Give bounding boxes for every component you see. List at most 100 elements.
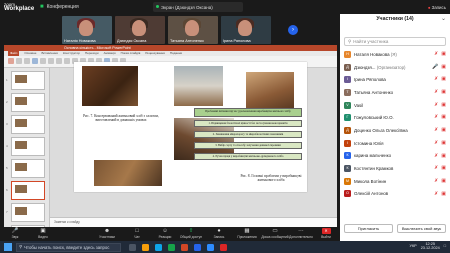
mic-icon[interactable]: ✗ [434, 140, 438, 146]
slide-thumbnail[interactable]: 5 [6, 159, 45, 178]
mic-icon[interactable]: 🎤 [432, 64, 438, 70]
participant-row[interactable]: І Істомина Юлія ✗ ▣ [340, 137, 450, 150]
slide-notes[interactable]: Заметки к слайду [50, 217, 337, 227]
camera-off-icon[interactable]: ▣ [441, 64, 446, 70]
ribbon-tab[interactable]: Показ слайдів [121, 51, 141, 56]
participant-row[interactable]: Ккарина мальченко ✗ ▣ [340, 150, 450, 163]
camera-off-icon[interactable]: ▣ [441, 89, 446, 95]
camera-off-icon[interactable]: ▣ [441, 114, 446, 120]
layout-icon[interactable] [40, 58, 46, 64]
camera-off-icon[interactable]: ▣ [441, 76, 446, 82]
participant-search[interactable]: ⚲ Найти участника [344, 37, 446, 46]
camera-off-icon[interactable]: ▣ [441, 140, 446, 146]
font-icon[interactable] [48, 58, 54, 64]
slide-thumbnail-selected[interactable]: 6 [6, 181, 45, 200]
video-tile[interactable]: Татьяна Антоненко [168, 16, 218, 44]
ribbon-tab[interactable]: Конструктор [63, 51, 80, 56]
mic-icon[interactable]: ✗ [434, 178, 438, 184]
ribbon-tab[interactable]: Вставлення [41, 51, 57, 56]
notifications-icon[interactable]: □ [444, 244, 446, 248]
slide-thumbnail[interactable]: 3 [6, 115, 45, 134]
mic-icon[interactable]: ✗ [434, 165, 438, 171]
mic-icon[interactable]: ✗ [434, 76, 438, 82]
more-control[interactable]: ⋯ Дополнительно [288, 227, 314, 239]
participants-control[interactable]: ☻ Участники [94, 227, 120, 239]
whiteboard-control[interactable]: ▭ Доска сообщений [261, 227, 288, 239]
slide-thumbnail[interactable]: 1 [6, 71, 45, 90]
paste-icon[interactable] [8, 58, 14, 64]
edge-icon[interactable] [155, 243, 162, 251]
reactions-control[interactable]: ☺ Реакции [152, 227, 178, 239]
camera-off-icon[interactable]: ▣ [441, 165, 446, 171]
invite-button[interactable]: Пригласить [344, 224, 393, 233]
video-tile[interactable]: Дзюндзя Оксана [115, 16, 165, 44]
mic-icon[interactable]: ✗ [434, 114, 438, 120]
participant-row[interactable]: Г Гожуловський Ю.О. ✗ ▣ [340, 111, 450, 124]
conference-label[interactable]: Конференция [47, 4, 79, 10]
participant-row[interactable]: Д Дзюндзя... (Организатор) 🎤 ▣ [340, 61, 450, 74]
audio-control[interactable]: 🎤 Звук [2, 227, 28, 239]
camera-off-icon[interactable]: ▣ [441, 102, 446, 108]
participant-row[interactable]: Т Татьяна Антоненко ✗ ▣ [340, 86, 450, 99]
slide-canvas[interactable]: Рис. 7. Консервований житньовий хліб з с… [74, 62, 307, 192]
shield-icon[interactable]: ■ [40, 4, 44, 10]
mic-icon[interactable]: ✗ [434, 153, 438, 159]
chat-control[interactable]: □ Чат [124, 227, 150, 239]
ribbon-tab[interactable]: Переходи [85, 51, 99, 56]
ribbon-tab[interactable]: Подання [170, 51, 182, 56]
camera-off-icon[interactable]: ▣ [441, 51, 446, 57]
bold-icon[interactable] [56, 58, 62, 64]
collapse-icon[interactable]: ⌄ [441, 15, 446, 22]
mic-icon[interactable]: ✗ [434, 89, 438, 95]
share-control[interactable]: ⇧ Общий доступ [178, 227, 204, 239]
camera-off-icon[interactable]: ▣ [441, 178, 446, 184]
mute-self-button[interactable]: Выключить свой звук [397, 224, 446, 233]
record-control[interactable]: ● Запись [206, 227, 232, 239]
participant-row[interactable]: Д Доценко Ольга Олексіївна ✗ ▣ [340, 124, 450, 137]
clock[interactable]: 12:25 23.12.2024 [421, 242, 440, 251]
camera-off-icon[interactable]: ▣ [441, 191, 446, 197]
italic-icon[interactable] [64, 58, 70, 64]
next-page-icon[interactable]: › [288, 25, 298, 35]
camera-off-icon[interactable]: ▣ [441, 127, 446, 133]
mic-icon[interactable]: ✗ [434, 51, 438, 57]
task-view-icon[interactable] [129, 243, 136, 251]
participant-row[interactable]: І Ірина Ряполова ✗ ▣ [340, 73, 450, 86]
zoom-icon[interactable] [207, 243, 214, 251]
slide-thumbnail[interactable]: 7 [6, 203, 45, 222]
windows-start-icon[interactable] [4, 243, 12, 251]
powerpoint-icon[interactable] [181, 243, 188, 251]
video-tile[interactable]: Ірина Ряполова [221, 16, 271, 44]
app-icon[interactable] [220, 243, 227, 251]
participant-row[interactable]: Н Наталя Новакова (Я) ✗ ▣ [340, 48, 450, 61]
video-tile[interactable]: Наталія Новакова [62, 16, 112, 44]
video-control[interactable]: ▣ Видео [30, 227, 56, 239]
mic-icon[interactable]: ✗ [434, 127, 438, 133]
ribbon-tab[interactable]: Файл [8, 51, 20, 56]
ribbon-tab[interactable]: Рецензування [145, 51, 165, 56]
participant-row[interactable]: V Vasil ✗ ▣ [340, 99, 450, 112]
ribbon-tab[interactable]: Анімація [104, 51, 116, 56]
new-slide-icon[interactable] [32, 58, 38, 64]
participant-row[interactable]: О Олексій Антонов ✗ ▣ [340, 188, 450, 201]
chrome-icon[interactable] [168, 243, 175, 251]
participant-row[interactable]: М Микола Вотінин ✗ ▣ [340, 175, 450, 188]
screen-share-tab[interactable]: Экран (Дзюндзя Оксана) [153, 2, 243, 12]
mic-icon[interactable]: ✗ [434, 102, 438, 108]
participant-row[interactable]: К Костянтин Крамков ✗ ▣ [340, 162, 450, 175]
file-explorer-icon[interactable] [142, 243, 149, 251]
language-indicator[interactable]: УКР [410, 244, 417, 248]
leave-control[interactable]: ✕ Выйти [313, 227, 339, 239]
word-icon[interactable] [194, 243, 201, 251]
mic-icon[interactable]: ✗ [434, 191, 438, 197]
slide-thumbnail[interactable]: 2 [6, 93, 45, 112]
copy-icon[interactable] [24, 58, 30, 64]
camera-off-icon[interactable]: ▣ [441, 153, 446, 159]
system-tray: УКР 12:25 23.12.2024 □ [410, 242, 446, 251]
apps-control[interactable]: ▦ Приложения [234, 227, 260, 239]
slide-thumbnail[interactable]: 4 [6, 137, 45, 156]
taskbar-search[interactable]: ⚲ Чтобы начать поиск, введите здесь запр… [16, 242, 121, 252]
cut-icon[interactable] [16, 58, 22, 64]
recording-indicator[interactable]: Запись [428, 5, 446, 10]
ribbon-tab[interactable]: Основне [24, 51, 36, 56]
